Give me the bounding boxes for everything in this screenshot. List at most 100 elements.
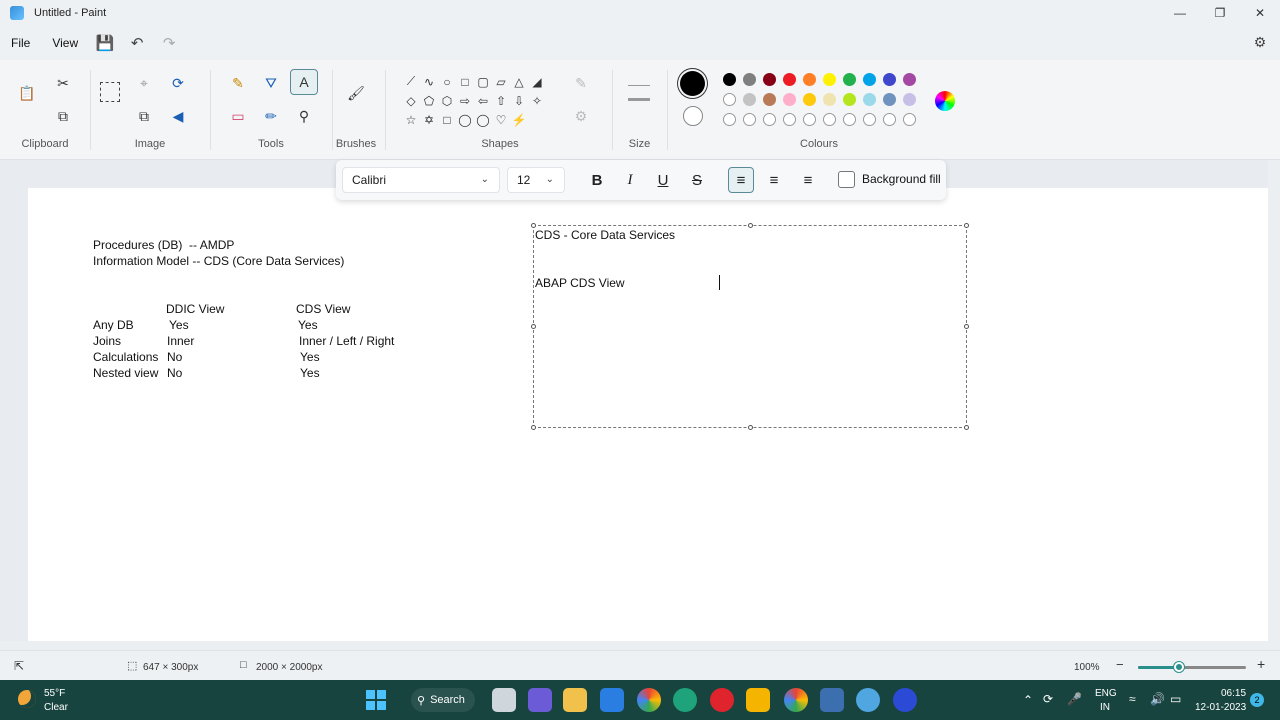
- line-shape-icon[interactable]: ⟋: [402, 72, 420, 91]
- font-size-dropdown[interactable]: 12 ⌄: [507, 167, 565, 193]
- crop-icon[interactable]: ⌖: [133, 72, 155, 94]
- oval-callout-shape-icon[interactable]: ◯: [456, 110, 474, 129]
- fill-icon[interactable]: ⛛: [260, 72, 282, 94]
- wifi-icon[interactable]: ≈: [1129, 692, 1136, 706]
- bold-button[interactable]: B: [584, 167, 610, 193]
- cloud-callout-shape-icon[interactable]: ◯: [474, 110, 492, 129]
- triangle-shape-icon[interactable]: △: [510, 72, 528, 91]
- chevron-up-icon[interactable]: ⌃: [1023, 693, 1033, 707]
- lightning-shape-icon[interactable]: ⚡: [510, 110, 528, 129]
- background-fill-checkbox[interactable]: [838, 171, 855, 188]
- resize-handle[interactable]: [748, 223, 753, 228]
- clock-date[interactable]: 12-01-2023: [1195, 702, 1246, 713]
- rectangle-shape-icon[interactable]: □: [456, 72, 474, 91]
- left-arrow-shape-icon[interactable]: ⇦: [474, 91, 492, 110]
- minimize-button[interactable]: —: [1160, 0, 1200, 26]
- magnifier-icon[interactable]: ⚲: [293, 105, 315, 127]
- file-menu[interactable]: File: [0, 36, 41, 50]
- save-icon[interactable]: 💾: [89, 29, 121, 57]
- redo-icon[interactable]: ↷: [153, 29, 185, 57]
- strikethrough-button[interactable]: S: [684, 167, 710, 193]
- resize-handle[interactable]: [964, 223, 969, 228]
- share-icon[interactable]: ⚙: [1250, 32, 1270, 52]
- zoom-in-icon[interactable]: +: [1257, 656, 1265, 672]
- resize-handle[interactable]: [531, 425, 536, 430]
- opera-icon[interactable]: [710, 688, 734, 712]
- taskbar-search[interactable]: ⚲ Search: [411, 688, 475, 712]
- view-menu[interactable]: View: [41, 36, 89, 50]
- horizontal-scrollbar[interactable]: [0, 641, 1280, 650]
- notification-badge[interactable]: 2: [1250, 693, 1264, 707]
- vertical-scrollbar[interactable]: [1268, 160, 1280, 641]
- edge-icon[interactable]: [673, 688, 697, 712]
- battery-icon[interactable]: ▭: [1170, 692, 1181, 706]
- weather-moon-icon[interactable]: [18, 690, 36, 708]
- language-region[interactable]: IN: [1100, 702, 1110, 713]
- clock-time[interactable]: 06:15: [1221, 688, 1246, 699]
- teams-icon[interactable]: [528, 688, 552, 712]
- right-arrow-shape-icon[interactable]: ⇨: [456, 91, 474, 110]
- resize-handle[interactable]: [964, 324, 969, 329]
- shape-fill-icon[interactable]: ⚙: [570, 105, 592, 127]
- secondary-color[interactable]: [683, 106, 703, 126]
- size-lines-icon[interactable]: [628, 85, 650, 101]
- align-left-button[interactable]: ≡: [728, 167, 754, 193]
- resize-handle[interactable]: [531, 324, 536, 329]
- brush-icon[interactable]: 🖌: [345, 82, 367, 104]
- underline-button[interactable]: U: [650, 167, 676, 193]
- flip-icon[interactable]: ◀: [167, 105, 189, 127]
- italic-button[interactable]: I: [617, 167, 643, 193]
- zoom-slider-thumb[interactable]: [1174, 662, 1184, 672]
- resize-handle[interactable]: [748, 425, 753, 430]
- task-view-icon[interactable]: [492, 688, 516, 712]
- zoom-out-icon[interactable]: −: [1116, 657, 1124, 672]
- diamond-shape-icon[interactable]: ◇: [402, 91, 420, 110]
- color-picker-icon[interactable]: ✏: [260, 105, 282, 127]
- hexagon-shape-icon[interactable]: ⬡: [438, 91, 456, 110]
- start-icon[interactable]: [364, 688, 388, 712]
- text-edit-box[interactable]: [531, 223, 969, 430]
- maximize-button[interactable]: ❐: [1200, 0, 1240, 26]
- paste-icon[interactable]: 📋: [16, 82, 38, 104]
- align-center-button[interactable]: ≡: [761, 167, 787, 193]
- language-code[interactable]: ENG: [1095, 688, 1117, 699]
- chrome-icon[interactable]: [637, 688, 661, 712]
- right-triangle-shape-icon[interactable]: ◢: [528, 72, 546, 91]
- rounded-rectangle-shape-icon[interactable]: ▢: [474, 72, 492, 91]
- edit-colors-icon[interactable]: [935, 91, 955, 111]
- resize-handle[interactable]: [964, 425, 969, 430]
- oval-shape-icon[interactable]: ○: [438, 72, 456, 91]
- copy-icon[interactable]: ⧉: [52, 105, 74, 127]
- chrome-profile-icon[interactable]: [784, 688, 808, 712]
- pencil-icon[interactable]: ✎: [227, 72, 249, 94]
- up-arrow-shape-icon[interactable]: ⇧: [492, 91, 510, 110]
- five-point-star-shape-icon[interactable]: ☆: [402, 110, 420, 129]
- store-icon[interactable]: [600, 688, 624, 712]
- select-icon[interactable]: [100, 82, 120, 102]
- paint-taskbar-icon[interactable]: [856, 688, 880, 712]
- undo-icon[interactable]: ↶: [121, 29, 153, 57]
- pentagon-shape-icon[interactable]: ⬠: [420, 91, 438, 110]
- polygon-shape-icon[interactable]: ▱: [492, 72, 510, 91]
- align-right-button[interactable]: ≡: [795, 167, 821, 193]
- close-button[interactable]: ✕: [1240, 0, 1280, 26]
- outline-icon[interactable]: ✎: [570, 72, 592, 94]
- rect-callout-shape-icon[interactable]: □: [438, 110, 456, 129]
- resize-icon[interactable]: ⧉: [133, 105, 155, 127]
- sync-icon[interactable]: ⟳: [1043, 692, 1053, 706]
- remote-desktop-icon[interactable]: [820, 688, 844, 712]
- font-family-dropdown[interactable]: Calibri ⌄: [342, 167, 500, 193]
- primary-color[interactable]: [680, 71, 705, 96]
- text-tool-icon[interactable]: A: [290, 69, 318, 95]
- heart-shape-icon[interactable]: ♡: [492, 110, 510, 129]
- microphone-icon[interactable]: 🎤: [1067, 692, 1082, 706]
- curve-shape-icon[interactable]: ∿: [420, 72, 438, 91]
- four-point-star-shape-icon[interactable]: ✧: [528, 91, 546, 110]
- file-explorer-icon[interactable]: [563, 688, 587, 712]
- six-point-star-shape-icon[interactable]: ✡: [420, 110, 438, 129]
- cut-icon[interactable]: ✂: [52, 72, 74, 94]
- down-arrow-shape-icon[interactable]: ⇩: [510, 91, 528, 110]
- volume-icon[interactable]: 🔊: [1150, 692, 1165, 706]
- sticky-notes-icon[interactable]: [746, 688, 770, 712]
- rotate-icon[interactable]: ⟳: [167, 72, 189, 94]
